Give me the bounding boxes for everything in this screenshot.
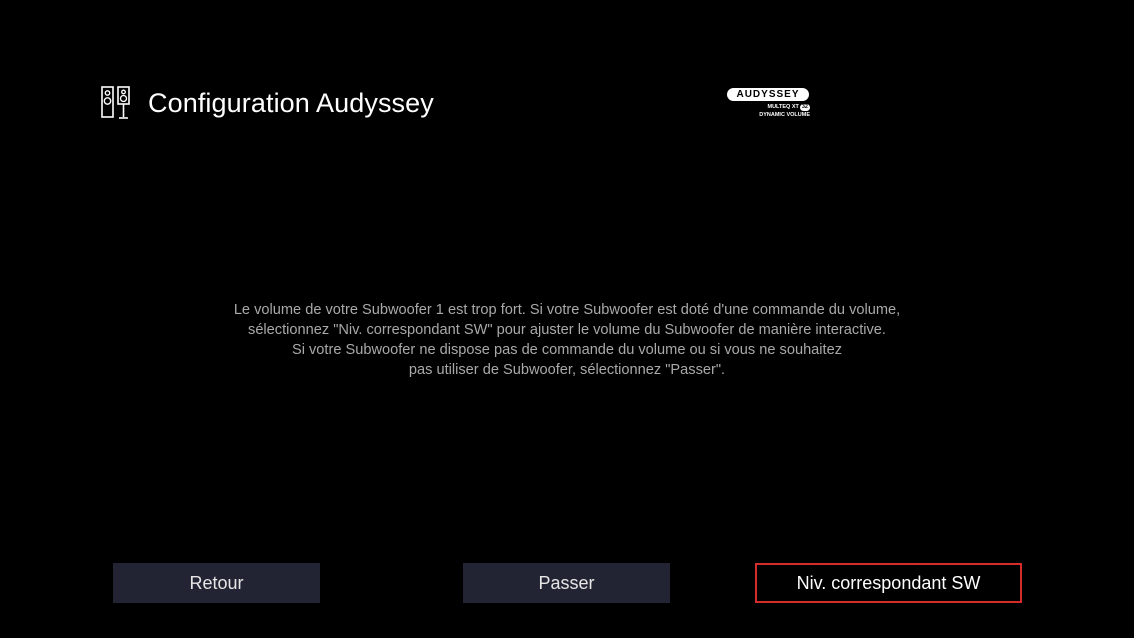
back-button[interactable]: Retour (113, 563, 320, 603)
page-title: Configuration Audyssey (148, 87, 434, 118)
subwoofer-level-matching-button[interactable]: Niv. correspondant SW (755, 563, 1022, 603)
audyssey-logo-brand: AUDYSSEY (727, 88, 809, 101)
audyssey-logo-multeq-text: MULTEQ XT (767, 104, 799, 110)
audyssey-logo: AUDYSSEY MULTEQ XT 32 DYNAMIC VOLUME (726, 87, 812, 121)
info-message-line: sélectionnez "Niv. correspondant SW" pou… (248, 322, 886, 338)
info-message-line: Le volume de votre Subwoofer 1 est trop … (233, 302, 901, 318)
info-message: Le volume de votre Subwoofer 1 est trop … (100, 300, 1034, 380)
page-header: Configuration Audyssey (101, 86, 434, 120)
skip-button[interactable]: Passer (463, 563, 670, 603)
speaker-pair-icon (101, 86, 130, 119)
audyssey-logo-multeq: MULTEQ XT 32 (767, 103, 810, 111)
audyssey-logo-dynamic-volume: DYNAMIC VOLUME (759, 112, 810, 118)
info-message-line: pas utiliser de Subwoofer, sélectionnez … (408, 362, 726, 378)
audyssey-logo-multeq-badge: 32 (799, 104, 810, 111)
info-message-line: Si votre Subwoofer ne dispose pas de com… (291, 342, 843, 358)
